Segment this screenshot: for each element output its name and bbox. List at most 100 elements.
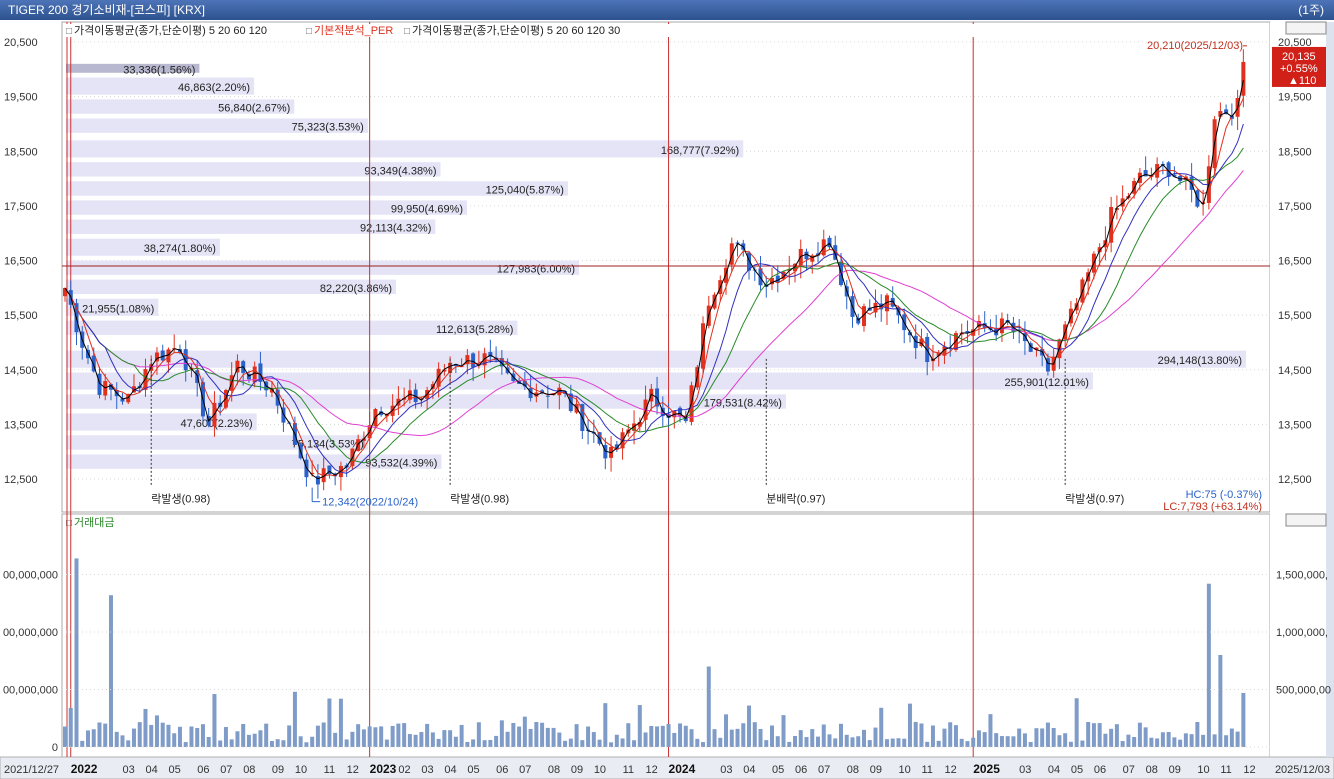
date-axis-label: 10 bbox=[594, 764, 606, 776]
volume-bar bbox=[884, 739, 889, 747]
volume-bar bbox=[838, 723, 843, 747]
legend-price-ma: 가격이동평균(종가,단순이평) 5 20 60 120 bbox=[74, 24, 267, 37]
volume-axis-label: 0 bbox=[52, 742, 58, 754]
volume-bar bbox=[695, 738, 700, 747]
volume-bar bbox=[649, 725, 654, 747]
volume-bar bbox=[689, 729, 694, 747]
volume-bar bbox=[580, 740, 585, 747]
volume-bar bbox=[1086, 722, 1091, 747]
volume-bar bbox=[344, 739, 349, 747]
date-axis-label: 04 bbox=[1048, 764, 1060, 776]
event-annotation: 락발생(0.98) bbox=[151, 493, 210, 506]
legend-checkbox: □ bbox=[66, 26, 72, 37]
date-axis-label: 11 bbox=[324, 764, 335, 776]
volume-bar bbox=[925, 741, 930, 747]
volume-bar bbox=[614, 734, 619, 747]
date-axis-label: 08 bbox=[847, 764, 859, 776]
volume-bar bbox=[1212, 734, 1217, 747]
volume-bar bbox=[143, 708, 148, 747]
volume-bar bbox=[63, 726, 67, 747]
volume-bar bbox=[718, 737, 723, 747]
volume-bar bbox=[292, 691, 297, 747]
volume-bar bbox=[1241, 692, 1246, 747]
date-axis-label: 03 bbox=[421, 764, 433, 776]
volume-bar bbox=[781, 715, 786, 747]
volume-bar bbox=[603, 703, 608, 747]
volume-bar bbox=[172, 733, 177, 747]
price-axis-label: 17,500 bbox=[4, 201, 38, 213]
volume-bar bbox=[735, 728, 740, 747]
volume-bar bbox=[655, 726, 660, 747]
volume-bar bbox=[626, 723, 631, 747]
right-axis-label: 18,500 bbox=[1278, 146, 1312, 158]
volume-bar bbox=[1022, 733, 1027, 747]
volume-bar bbox=[976, 730, 981, 747]
volume-bar bbox=[953, 725, 958, 747]
volume-bar bbox=[453, 736, 458, 747]
legend-per: 기본적분석_PER bbox=[314, 24, 393, 37]
volume-bar bbox=[195, 727, 200, 747]
date-axis-label: 12 bbox=[646, 764, 658, 776]
volume-bar bbox=[522, 716, 527, 747]
volume-bar bbox=[861, 729, 866, 747]
volume-bar bbox=[1034, 728, 1039, 747]
volume-bar bbox=[1235, 731, 1240, 747]
volume-bar bbox=[701, 742, 706, 747]
date-axis-label: 05 bbox=[467, 764, 479, 776]
volume-profile-label: 56,840(2.67%) bbox=[218, 103, 290, 115]
volume-bar bbox=[907, 703, 912, 747]
volume-bar bbox=[793, 736, 798, 747]
volume-bar bbox=[821, 724, 826, 747]
volume-bar bbox=[890, 738, 895, 747]
volume-bar bbox=[384, 739, 389, 747]
volume-bar bbox=[160, 722, 165, 747]
volume-bar bbox=[568, 738, 573, 747]
volume-bar bbox=[770, 725, 775, 747]
high-price-annotation: 20,210(2025/12/03) bbox=[1147, 40, 1243, 52]
volume-bar bbox=[919, 723, 924, 747]
volume-pane bbox=[61, 513, 1271, 758]
volume-profile-label: 46,863(2.20%) bbox=[178, 82, 250, 94]
date-axis-label: 12 bbox=[347, 764, 359, 776]
volume-bar bbox=[1120, 741, 1125, 747]
panel-controls[interactable] bbox=[1285, 21, 1327, 35]
volume-bar bbox=[269, 740, 274, 747]
volume-bar bbox=[1040, 728, 1045, 747]
volume-bar bbox=[1005, 736, 1010, 747]
volume-bar bbox=[327, 698, 332, 747]
volume-bar bbox=[913, 721, 918, 747]
date-axis-label: 09 bbox=[1169, 764, 1181, 776]
volume-bar bbox=[551, 727, 556, 747]
volume-bar bbox=[482, 740, 487, 747]
volume-bar bbox=[1057, 735, 1062, 747]
right-axis-label: 12,500 bbox=[1278, 474, 1312, 486]
date-axis-start: 2021/12/27 bbox=[4, 764, 59, 776]
low-price-annotation: 12,342(2022/10/24) bbox=[322, 497, 418, 509]
volume-bar bbox=[1166, 731, 1171, 747]
volume-bar bbox=[747, 705, 752, 747]
volume-bar bbox=[511, 723, 516, 747]
lc-label: LC:7,793 (+63.14%) bbox=[1163, 501, 1262, 513]
volume-axis-label: 00,000,000 bbox=[3, 627, 58, 639]
date-axis-label: 05 bbox=[772, 764, 784, 776]
candle-body bbox=[471, 353, 476, 368]
price-axis-label: 13,500 bbox=[4, 419, 38, 431]
volume-bar bbox=[936, 740, 941, 747]
volume-bar bbox=[637, 705, 642, 747]
volume-bar bbox=[315, 725, 320, 747]
date-axis-label: 02 bbox=[398, 764, 410, 776]
panel-controls[interactable] bbox=[1285, 513, 1327, 527]
volume-bar bbox=[850, 737, 855, 747]
date-axis-label: 12 bbox=[1243, 764, 1255, 776]
volume-bar bbox=[1068, 741, 1073, 747]
volume-bar bbox=[97, 722, 102, 747]
volume-bar bbox=[999, 736, 1004, 747]
volume-bar bbox=[666, 724, 671, 747]
volume-bar bbox=[499, 720, 504, 747]
scrollbar[interactable] bbox=[1326, 22, 1334, 757]
volume-bar bbox=[775, 736, 780, 747]
volume-bar bbox=[120, 735, 125, 747]
date-axis-label: 06 bbox=[496, 764, 508, 776]
date-axis-label: 07 bbox=[519, 764, 531, 776]
current-price-change: ▲110 bbox=[1288, 75, 1316, 87]
